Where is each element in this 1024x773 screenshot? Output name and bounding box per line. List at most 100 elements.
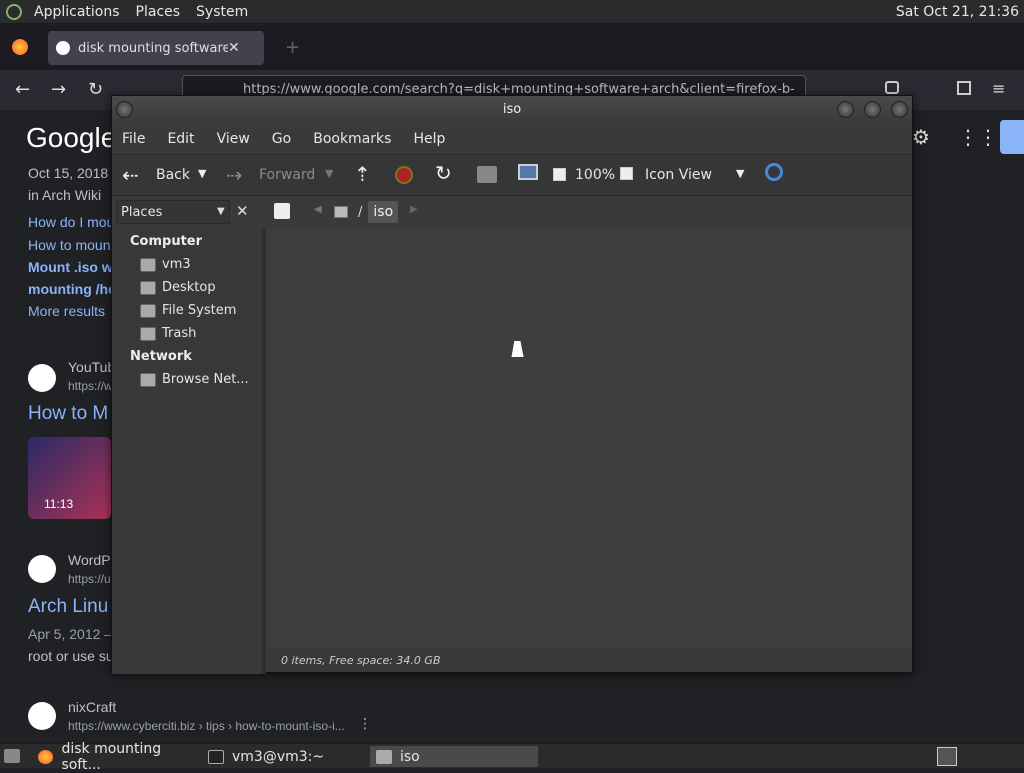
wordpress-result-title[interactable]: Arch Linu [28, 596, 108, 618]
extensions-icon[interactable] [957, 81, 971, 95]
view-mode-dropdown-icon[interactable]: ▼ [736, 167, 744, 180]
system-menu[interactable]: System [196, 4, 248, 20]
close-window-button[interactable] [891, 101, 908, 118]
minimize-button[interactable] [837, 101, 854, 118]
breadcrumb-current[interactable]: iso [368, 201, 399, 223]
reload-icon[interactable]: ↻ [435, 161, 452, 185]
places-selector-label: Places [121, 205, 163, 220]
sign-in-button[interactable] [1000, 120, 1024, 154]
wordpress-date: Apr 5, 2012 – [28, 626, 113, 642]
panel-clock[interactable]: Sat Oct 21, 21:36 [896, 4, 1019, 20]
home-folder-icon[interactable] [477, 166, 497, 183]
new-tab-icon[interactable]: + [285, 37, 300, 58]
search-icon[interactable] [765, 163, 783, 181]
browser-back-icon[interactable]: ← [15, 79, 30, 100]
sidebar-item-vm3[interactable]: vm3 [140, 257, 191, 272]
sub-link-4[interactable]: mounting /ho [28, 281, 117, 297]
applications-menu[interactable]: Applications [34, 4, 120, 20]
browser-tab[interactable]: disk mounting software arch ✕ [48, 31, 264, 65]
places-menu[interactable]: Places [136, 4, 181, 20]
youtube-result-title[interactable]: How to M [28, 403, 108, 425]
close-tab-icon[interactable]: ✕ [228, 40, 240, 56]
sub-link-2[interactable]: How to moun [28, 237, 110, 253]
workspace-switcher[interactable] [937, 747, 957, 766]
top-panel: Applications Places System Sat Oct 21, 2… [0, 0, 1024, 24]
google-favicon-icon [56, 41, 70, 55]
home-folder-icon [140, 257, 156, 272]
zoom-out-icon[interactable] [553, 168, 566, 181]
menu-go[interactable]: Go [272, 131, 291, 147]
forward-history-dropdown-icon[interactable]: ▼ [325, 167, 333, 180]
drive-icon [140, 303, 156, 318]
nixcraft-url[interactable]: https://www.cyberciti.biz › tips › how-t… [68, 719, 345, 733]
computer-icon[interactable] [518, 164, 538, 180]
sidebar-item-label: vm3 [162, 257, 191, 272]
sidebar-item-trash[interactable]: Trash [140, 326, 196, 341]
firefox-icon[interactable] [12, 39, 28, 55]
back-button[interactable]: Back [156, 167, 190, 183]
sidebar-item-label: File System [162, 303, 237, 318]
up-arrow-icon[interactable]: ⇡ [354, 162, 371, 186]
forward-arrow-icon[interactable]: ⇢ [226, 163, 243, 187]
menu-view[interactable]: View [217, 131, 250, 147]
close-sidebar-icon[interactable]: ✕ [236, 202, 249, 220]
pocket-icon[interactable] [885, 81, 899, 94]
window-titlebar[interactable]: iso [112, 96, 912, 124]
location-bar: Places ▼ ✕ ◀ / iso ▶ [112, 196, 912, 228]
breadcrumb-right-icon[interactable]: ▶ [410, 204, 418, 215]
view-mode-select[interactable]: Icon View [645, 167, 712, 183]
more-results-link[interactable]: More results [28, 303, 105, 319]
maximize-button[interactable] [864, 101, 881, 118]
menu-edit[interactable]: Edit [167, 131, 194, 147]
gnome-foot-icon[interactable] [6, 4, 22, 20]
edit-location-icon[interactable] [274, 203, 290, 219]
file-manager-window: iso File Edit View Go Bookmarks Help ⇠ B… [111, 95, 913, 674]
task-terminal[interactable]: vm3@vm3:~ [202, 746, 368, 767]
browser-tab-title: disk mounting software arch [78, 40, 228, 56]
breadcrumb-left-icon[interactable]: ◀ [314, 204, 322, 215]
task-firefox[interactable]: disk mounting soft... [32, 741, 200, 773]
window-title: iso [502, 102, 522, 117]
wordpress-icon [28, 555, 56, 583]
menu-bookmarks[interactable]: Bookmarks [313, 131, 391, 147]
network-icon [140, 372, 156, 387]
stop-icon[interactable] [395, 166, 413, 184]
sub-link-3[interactable]: Mount .iso w [28, 259, 113, 275]
drive-icon[interactable] [334, 206, 348, 218]
wordpress-site-name: WordP [68, 552, 111, 568]
sidebar-item-browse-network[interactable]: Browse Net... [140, 372, 249, 387]
firefox-icon [38, 749, 54, 764]
sidebar-heading-network: Network [130, 349, 192, 364]
toolbar: ⇠ Back ▼ ⇢ Forward ▼ ⇡ ↻ 100% Icon View … [112, 154, 912, 196]
browser-forward-icon[interactable]: → [51, 79, 66, 100]
show-desktop-icon[interactable] [4, 749, 20, 763]
hamburger-menu-icon[interactable]: ≡ [992, 79, 1005, 98]
browser-reload-icon[interactable]: ↻ [88, 79, 103, 100]
google-logo[interactable]: Google [26, 122, 116, 154]
task-file-manager[interactable]: iso [370, 746, 538, 767]
settings-gear-icon[interactable]: ⚙ [912, 125, 930, 149]
terminal-icon [208, 749, 224, 764]
file-view-area[interactable] [266, 230, 912, 648]
video-duration: 11:13 [44, 497, 74, 511]
video-thumbnail[interactable]: 11:13 [28, 437, 111, 519]
places-selector[interactable]: Places ▼ [116, 200, 230, 224]
zoom-level: 100% [575, 167, 616, 183]
browser-window-controls[interactable] [942, 40, 1012, 52]
wordpress-url: https://u [68, 572, 111, 586]
back-arrow-icon[interactable]: ⇠ [122, 163, 139, 187]
taskbar: disk mounting soft... vm3@vm3:~ iso [0, 741, 1024, 773]
menu-file[interactable]: File [122, 131, 145, 147]
apps-grid-icon[interactable]: ⋮⋮ [958, 125, 998, 149]
menu-help[interactable]: Help [413, 131, 445, 147]
sub-link-1[interactable]: How do I mou [28, 214, 114, 230]
forward-button[interactable]: Forward [259, 167, 315, 183]
zoom-in-icon[interactable] [620, 167, 633, 180]
sidebar-item-desktop[interactable]: Desktop [140, 280, 216, 295]
window-menu-button[interactable] [116, 101, 133, 118]
breadcrumb-root[interactable]: / [358, 205, 362, 220]
result-more-options-icon[interactable]: ⋮ [358, 716, 372, 732]
back-history-dropdown-icon[interactable]: ▼ [198, 167, 206, 180]
sidebar-item-filesystem[interactable]: File System [140, 303, 236, 318]
nixcraft-site-name: nixCraft [68, 699, 117, 715]
